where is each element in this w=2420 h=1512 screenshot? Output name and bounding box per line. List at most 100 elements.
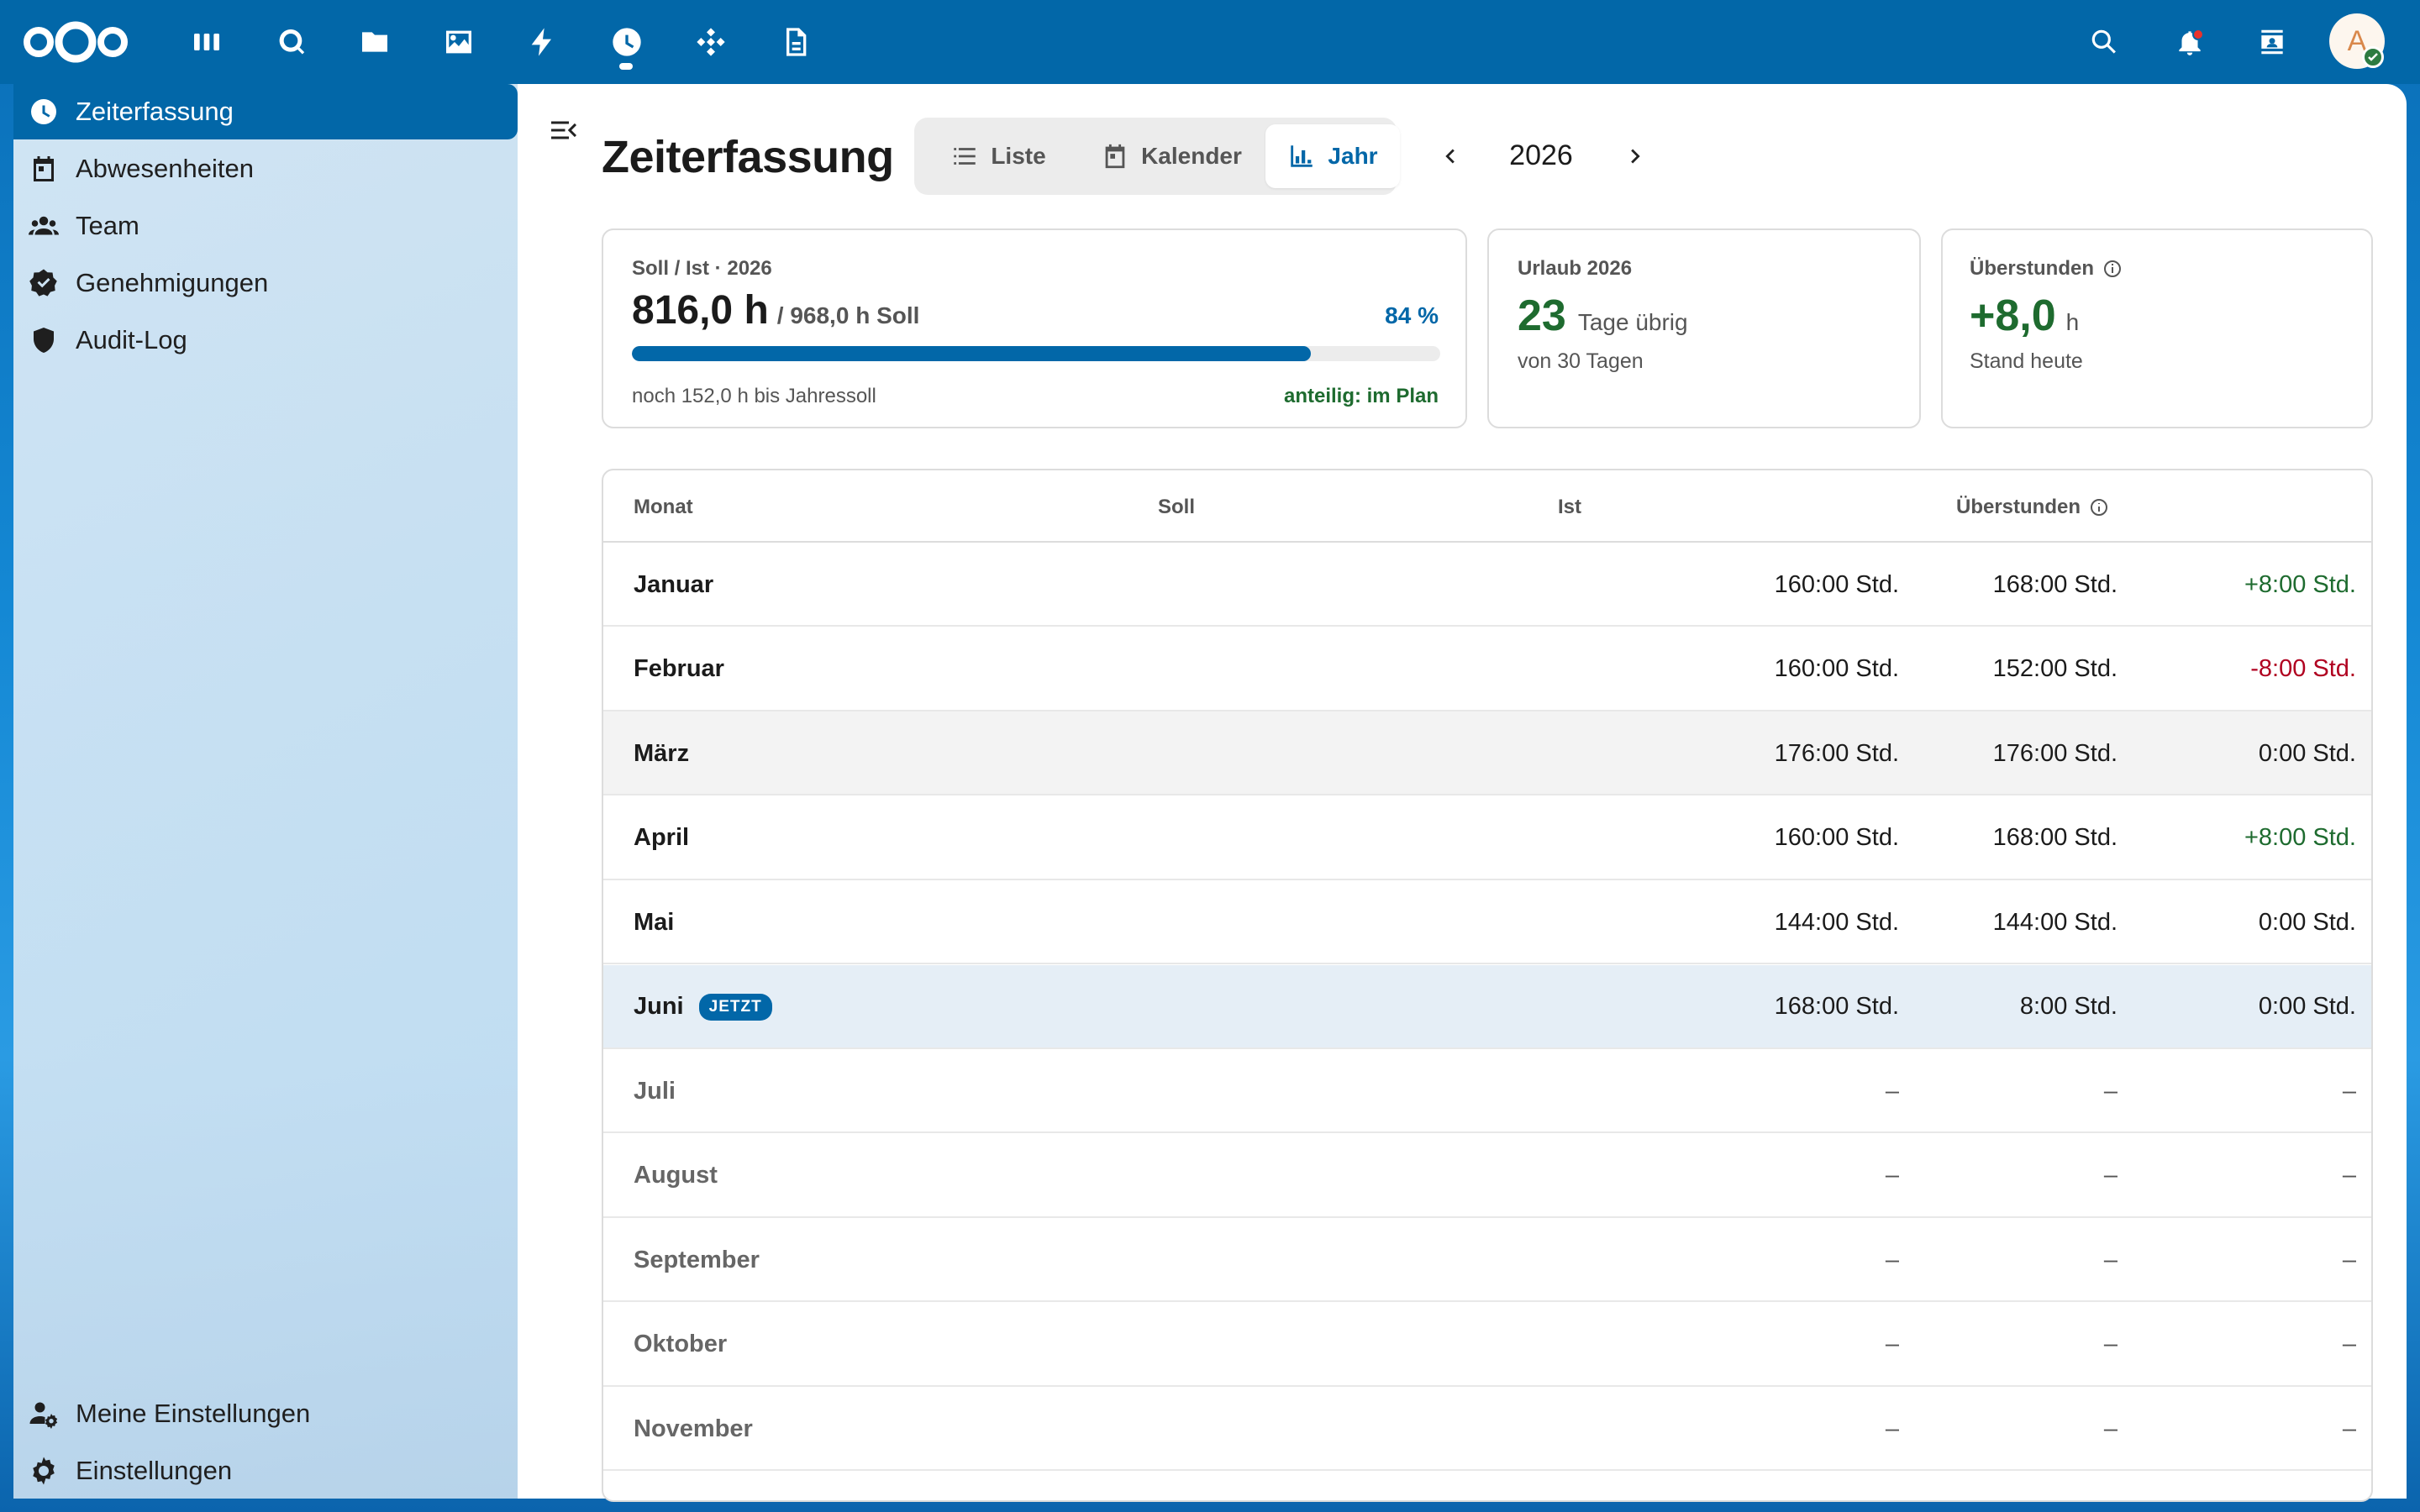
active-app-indicator xyxy=(619,63,633,70)
soll-cell: – xyxy=(1885,1077,1899,1105)
month-cell: Juni JETZT xyxy=(634,965,772,1049)
menu-collapse-icon xyxy=(551,121,576,139)
dashboard-icon[interactable] xyxy=(183,18,230,66)
next-year-button[interactable] xyxy=(1615,136,1655,176)
nav-item-label: Genehmigungen xyxy=(76,268,269,297)
overtime-cell: – xyxy=(2342,1246,2356,1273)
overtime-cell: +8:00 Std. xyxy=(2244,570,2356,598)
nav-item-audit-log[interactable]: Audit-Log xyxy=(13,312,518,368)
ist-cell: – xyxy=(2103,1415,2118,1442)
progress-bar xyxy=(632,346,1440,361)
month-cell: Mai xyxy=(634,880,674,964)
ist-cell: – xyxy=(2103,1246,2118,1273)
month-name: Juni xyxy=(634,993,684,1020)
overtime-sub-text: Stand heute xyxy=(1970,349,2083,373)
month-cell: November xyxy=(634,1387,753,1471)
column-header-month: Monat xyxy=(634,496,693,518)
overtime-cell: 0:00 Std. xyxy=(2258,908,2356,936)
files-icon[interactable] xyxy=(351,18,398,66)
soll-cell: – xyxy=(1885,1415,1899,1442)
actual-hours-value: 816,0 h xyxy=(632,288,769,333)
month-cell: August xyxy=(634,1134,718,1218)
activity-icon[interactable] xyxy=(519,18,566,66)
notifications-icon[interactable] xyxy=(2166,18,2213,66)
overtime-card-header: Überstunden xyxy=(1970,257,2123,281)
nav-item-genehmigungen[interactable]: Genehmigungen xyxy=(13,255,518,311)
view-year-button[interactable]: Jahr xyxy=(1265,124,1400,188)
overtime-cell: 0:00 Std. xyxy=(2258,993,2356,1020)
table-row[interactable]: November – – – xyxy=(603,1387,2371,1471)
contacts-icon[interactable] xyxy=(2249,18,2296,66)
table-row[interactable]: Januar 160:00 Std. 168:00 Std. +8:00 Std. xyxy=(603,543,2371,627)
chevron-right-icon xyxy=(1631,149,1640,164)
text-icon[interactable] xyxy=(771,18,818,66)
table-row[interactable]: Mai 144:00 Std. 144:00 Std. 0:00 Std. xyxy=(603,880,2371,964)
previous-year-button[interactable] xyxy=(1430,136,1470,176)
nav-item-meine-einstellungen[interactable]: Meine Einstellungen xyxy=(13,1386,518,1441)
month-name: Oktober xyxy=(634,1331,728,1357)
view-list-button[interactable]: Liste xyxy=(928,124,1069,188)
ist-cell: 168:00 Std. xyxy=(1992,570,2118,598)
nav-item-team[interactable]: Team xyxy=(13,198,518,254)
vacation-days-value: 23 xyxy=(1518,291,1566,340)
soll-cell: – xyxy=(1885,1162,1899,1189)
month-name: August xyxy=(634,1162,718,1189)
plan-status-text: anteilig: im Plan xyxy=(1283,385,1439,407)
soll-cell: 160:00 Std. xyxy=(1774,655,1899,682)
view-calendar-label: Kalender xyxy=(1141,143,1242,169)
notification-badge xyxy=(2192,29,2204,40)
nav-item-label: Team xyxy=(76,211,139,240)
soll-cell: 168:00 Std. xyxy=(1774,993,1899,1020)
month-cell: September xyxy=(634,1218,760,1302)
table-row[interactable]: Februar 160:00 Std. 152:00 Std. -8:00 Std. xyxy=(603,627,2371,711)
month-name: November xyxy=(634,1415,753,1442)
table-row[interactable]: Juli – – – xyxy=(603,1049,2371,1133)
table-row[interactable]: März 176:00 Std. 176:00 Std. 0:00 Std. xyxy=(603,711,2371,795)
table-row[interactable]: Juni JETZT 168:00 Std. 8:00 Std. 0:00 Std. xyxy=(603,964,2371,1049)
sidebar-toggle-button[interactable] xyxy=(543,109,585,151)
month-name: Juli xyxy=(634,1077,676,1105)
month-name: März xyxy=(634,739,690,767)
table-row[interactable]: August – – – xyxy=(603,1134,2371,1218)
overtime-cell: – xyxy=(2342,1331,2356,1357)
photos-icon[interactable] xyxy=(435,18,482,66)
ist-cell: 176:00 Std. xyxy=(1992,739,2118,767)
overtime-card: Überstunden +8,0 h Stand heute xyxy=(1941,228,2373,428)
calendar-icon xyxy=(1105,144,1125,169)
top-bar: A xyxy=(0,0,2420,84)
ist-cell: 8:00 Std. xyxy=(2019,993,2118,1020)
column-header-ist: Ist xyxy=(1558,496,1582,518)
team-icon xyxy=(29,216,59,235)
soll-cell: 160:00 Std. xyxy=(1774,824,1899,851)
main-content: Zeiterfassung Liste Kalender Jahr 2026 S… xyxy=(518,84,2407,1502)
info-icon[interactable] xyxy=(2102,259,2123,279)
nextcloud-logo[interactable] xyxy=(22,17,129,67)
ist-cell: – xyxy=(2103,1077,2118,1105)
info-icon[interactable] xyxy=(2089,497,2109,517)
view-calendar-button[interactable]: Kalender xyxy=(1079,124,1264,188)
table-row[interactable]: September – – – xyxy=(603,1218,2371,1302)
search-app-icon[interactable] xyxy=(267,18,314,66)
month-cell: Februar xyxy=(634,627,724,711)
target-values: 816,0 h / 968,0 h Soll xyxy=(632,287,919,333)
nav-item-einstellungen[interactable]: Einstellungen xyxy=(13,1443,518,1499)
nav-item-zeiterfassung[interactable]: Zeiterfassung xyxy=(13,84,518,139)
overtime-cell: – xyxy=(2342,1162,2356,1189)
vacation-values: 23 Tage übrig xyxy=(1518,291,1688,341)
nav-item-abwesenheiten[interactable]: Abwesenheiten xyxy=(13,141,518,197)
month-name: Januar xyxy=(634,570,714,598)
soll-cell: 144:00 Std. xyxy=(1774,908,1899,936)
view-list-label: Liste xyxy=(991,143,1046,169)
clock-icon xyxy=(31,99,56,124)
year-table: Monat Soll Ist Überstunden Januar 160:00 … xyxy=(602,469,2373,1502)
table-row[interactable]: Oktober – – – xyxy=(603,1303,2371,1387)
nav-item-label: Einstellungen xyxy=(76,1456,233,1485)
table-row[interactable]: April 160:00 Std. 168:00 Std. +8:00 Std. xyxy=(603,796,2371,880)
integration-icon[interactable] xyxy=(687,18,734,66)
timetracking-icon[interactable] xyxy=(603,18,650,66)
soll-cell: – xyxy=(1885,1331,1899,1357)
column-header-overtime-label: Überstunden xyxy=(1956,496,2081,518)
progress-bar-fill xyxy=(632,346,1312,361)
search-icon[interactable] xyxy=(2081,18,2128,66)
chevron-left-icon xyxy=(1445,149,1455,164)
